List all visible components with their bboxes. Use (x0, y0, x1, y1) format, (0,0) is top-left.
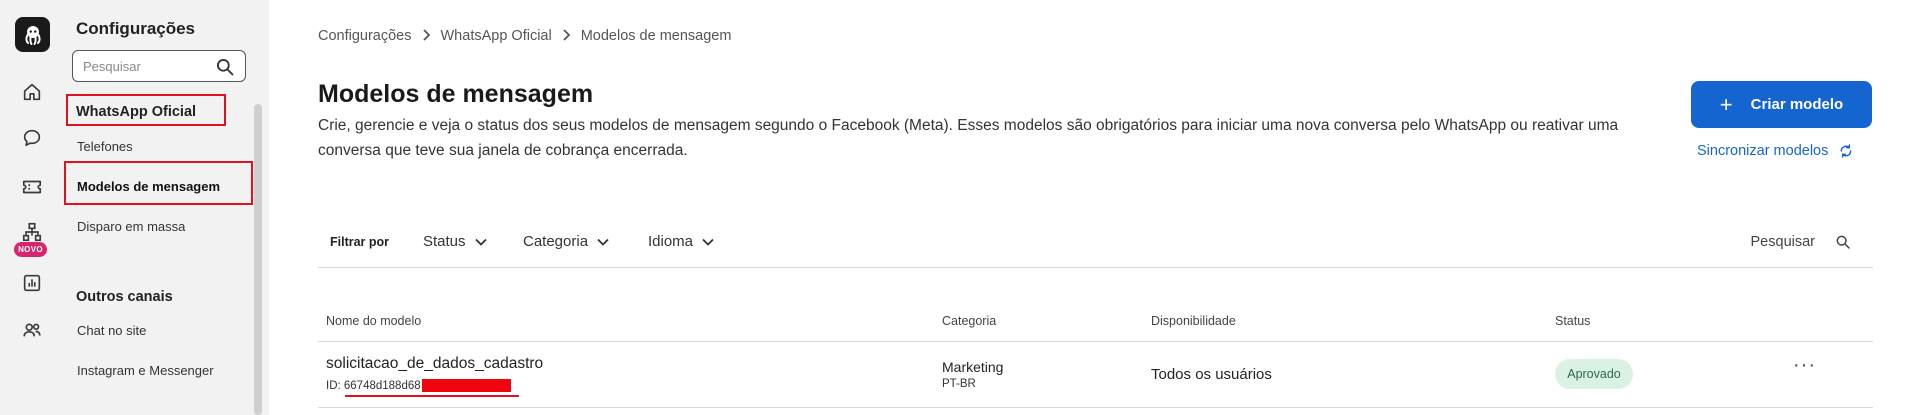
table-search-label: Pesquisar (1750, 234, 1815, 250)
table-search[interactable]: Pesquisar (1751, 234, 1851, 250)
plus-icon: + (1719, 91, 1733, 117)
reports-icon[interactable] (21, 272, 43, 294)
chevron-down-icon (702, 238, 714, 246)
filter-label: Filtrar por (330, 235, 390, 249)
status-badge: Aprovado (1555, 359, 1633, 389)
search-icon[interactable] (215, 57, 235, 77)
sync-templates-label: Sincronizar modelos (1697, 143, 1829, 159)
chevron-right-icon (562, 28, 571, 44)
breadcrumb-item[interactable]: Configurações (318, 28, 412, 44)
search-icon (1836, 235, 1850, 249)
filter-category-dropdown[interactable]: Categoria (523, 233, 609, 250)
sidebar-item-instagram[interactable]: Instagram e Messenger (77, 363, 214, 378)
sidebar-item-modelos[interactable]: Modelos de mensagem (77, 179, 220, 194)
column-header-name: Nome do modelo (326, 314, 422, 328)
template-id-text: ID: 66748d188d68 (326, 379, 421, 392)
column-header-availability: Disponibilidade (1151, 314, 1236, 328)
filter-language-dropdown[interactable]: Idioma (648, 233, 714, 250)
home-icon[interactable] (21, 81, 43, 103)
breadcrumb: Configurações WhatsApp Oficial Modelos d… (318, 28, 731, 44)
chevron-down-icon (474, 238, 487, 246)
page-title: Modelos de mensagem (318, 80, 594, 108)
sidebar-item-disparo[interactable]: Disparo em massa (77, 219, 185, 234)
chevron-right-icon (422, 28, 431, 44)
sync-icon (1840, 144, 1852, 158)
sidebar-section-outros: Outros canais (76, 289, 173, 305)
filter-language-label: Idioma (648, 233, 694, 250)
sidebar-search-input[interactable] (83, 57, 213, 75)
column-header-category: Categoria (942, 314, 997, 328)
filter-status-label: Status (423, 233, 466, 250)
create-template-label: Criar modelo (1750, 96, 1844, 113)
sidebar-scrollbar[interactable] (254, 104, 262, 415)
column-header-status: Status (1555, 314, 1591, 328)
filter-category-label: Categoria (523, 233, 589, 250)
template-id: ID: 66748d188d68 (326, 379, 511, 392)
settings-sidebar: Configurações WhatsApp Oficial Telefones… (63, 0, 269, 415)
template-availability: Todos os usuários (1151, 366, 1272, 383)
highlight-underline (345, 395, 519, 397)
ticket-icon[interactable] (21, 176, 43, 198)
create-template-button[interactable]: + Criar modelo (1691, 81, 1872, 128)
breadcrumb-item[interactable]: WhatsApp Oficial (441, 28, 552, 44)
flow-chart-icon[interactable] (21, 221, 43, 243)
users-icon[interactable] (21, 319, 43, 341)
page-description: Crie, gerencie e veja o status dos seus … (318, 117, 1619, 159)
more-options-icon[interactable]: ··· (1793, 354, 1816, 377)
table-row[interactable]: solicitacao_de_dados_cadastro ID: 66748d… (318, 342, 1873, 408)
octopus-logo-icon[interactable] (15, 17, 50, 52)
sync-templates-link[interactable]: Sincronizar modelos (1697, 143, 1854, 159)
chat-icon[interactable] (21, 127, 43, 149)
template-category: Marketing (942, 359, 1004, 375)
redaction-bar (421, 379, 511, 392)
template-language: PT-BR (942, 378, 976, 390)
app-rail: NOVO (0, 0, 63, 415)
filter-bar: Filtrar por Status Categoria Idioma Pesq… (318, 226, 1873, 268)
template-name[interactable]: solicitacao_de_dados_cadastro (326, 355, 543, 373)
table-header: Nome do modelo Categoria Disponibilidade… (318, 310, 1873, 342)
new-badge: NOVO (14, 242, 47, 257)
sidebar-search[interactable] (72, 50, 246, 82)
sidebar-item-chat-site[interactable]: Chat no site (77, 323, 146, 338)
sidebar-item-telefones[interactable]: Telefones (77, 139, 133, 154)
chevron-down-icon (597, 238, 609, 246)
sidebar-section-whatsapp[interactable]: WhatsApp Oficial (76, 104, 196, 120)
breadcrumb-current: Modelos de mensagem (580, 28, 732, 44)
sidebar-title: Configurações (76, 19, 196, 38)
filter-status-dropdown[interactable]: Status (423, 233, 487, 250)
